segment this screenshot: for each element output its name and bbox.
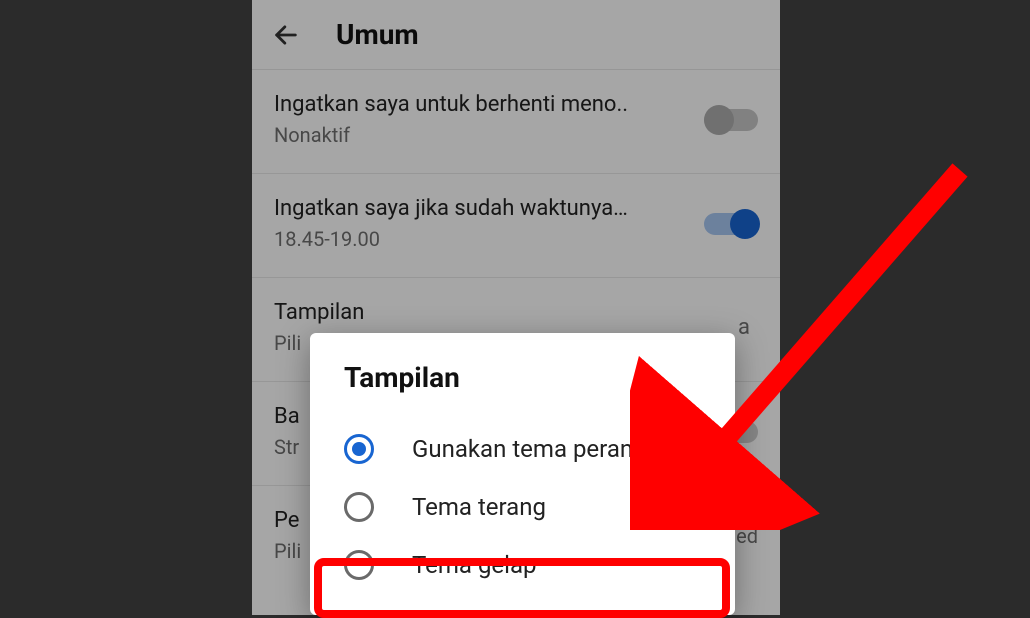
setting-row-reminder-stop[interactable]: Ingatkan saya untuk berhenti meno.. Nona…: [252, 70, 780, 174]
row-right-fragment: a: [738, 315, 758, 340]
radio-icon: [344, 550, 374, 580]
toggle-reminder-stop[interactable]: [704, 109, 758, 131]
row-title: Tampilan: [274, 300, 364, 325]
row-title: Pe: [274, 508, 301, 533]
row-sub: Pili: [274, 539, 301, 563]
row-sub: 18.45-19.00: [274, 227, 628, 251]
row-title: Ingatkan saya untuk berhenti meno..: [274, 92, 628, 117]
toggle-reminder-time[interactable]: [704, 213, 758, 235]
option-device-theme[interactable]: Gunakan tema perangkat: [344, 420, 703, 478]
dialog-title: Tampilan: [344, 361, 703, 394]
row-sub: Str: [274, 435, 300, 459]
appearance-dialog: Tampilan Gunakan tema perangkat Tema ter…: [310, 333, 735, 615]
radio-icon: [344, 492, 374, 522]
option-label: Tema gelap: [412, 550, 537, 580]
option-light-theme[interactable]: Tema terang: [344, 478, 703, 536]
option-label: Gunakan tema perangkat: [412, 434, 680, 464]
option-dark-theme[interactable]: Tema gelap: [344, 536, 703, 594]
setting-row-reminder-time[interactable]: Ingatkan saya jika sudah waktunya… 18.45…: [252, 174, 780, 278]
row-right-fragment: ed: [736, 524, 758, 548]
row-title: Ba: [274, 404, 300, 429]
row-sub: Nonaktif: [274, 123, 628, 147]
back-arrow-icon[interactable]: [272, 21, 300, 49]
row-title: Ingatkan saya jika sudah waktunya…: [274, 196, 628, 221]
page-title: Umum: [336, 18, 419, 51]
option-label: Tema terang: [412, 492, 546, 522]
radio-icon: [344, 434, 374, 464]
header: Umum: [252, 0, 780, 70]
